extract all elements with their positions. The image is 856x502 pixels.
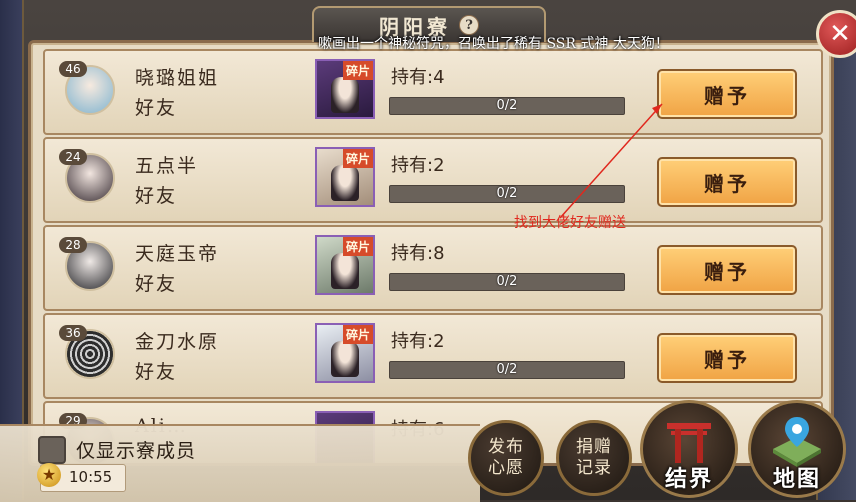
shard-tag: 碎片 [342,325,373,344]
publish-wish-button[interactable]: 发布 心愿 [468,420,544,496]
shikigami-portrait [331,253,359,289]
map-label: 地图 [772,466,821,492]
shard-tag: 碎片 [342,61,373,80]
friend-name: 天庭玉帝 [135,243,220,265]
publish-wish-label-2: 心愿 [488,458,524,478]
own-count: 持有:4 [391,67,445,88]
progress-bar: 0/2 [389,361,625,379]
own-count: 持有:8 [391,243,445,264]
friend-name: 晓璐姐姐 [135,67,220,89]
progress-bar: 0/2 [389,273,625,291]
barrier-label: 结界 [664,466,713,492]
progress-text: 0/2 [496,362,518,377]
own-count: 持有:2 [391,155,445,176]
own-count: 持有:2 [391,331,445,352]
shard-tag: 碎片 [342,149,373,168]
shikigami-shard-card: 碎片 [315,235,375,295]
time-text: 10:55 [69,468,113,486]
friend-row: 28 天庭玉帝 好友 碎片 持有:8 0/2 赠予 [43,225,823,311]
shard-tag: 碎片 [342,237,373,256]
friend-name: 金刀水原 [135,331,220,353]
barrier-button[interactable]: 结界 [640,400,738,498]
gift-button[interactable]: 赠予 [657,245,797,295]
annotation-text: 找到大佬好友赠送 [514,215,626,231]
progress-text: 0/2 [496,274,518,289]
shikigami-shard-card: 碎片 [315,323,375,383]
friend-relation: 好友 [135,97,178,119]
progress-text: 0/2 [496,186,518,201]
shikigami-shard-card: 碎片 [315,59,375,119]
donation-record-label-1: 捐赠 [576,437,612,457]
filter-checkbox[interactable] [38,436,66,464]
publish-wish-label-1: 发布 [488,437,524,457]
map-button[interactable]: 地图 [748,400,846,498]
gift-button[interactable]: 赠予 [657,69,797,119]
gift-button[interactable]: 赠予 [657,333,797,383]
friend-relation: 好友 [135,273,178,295]
level-badge: 28 [59,237,87,253]
help-icon[interactable]: ? [459,15,479,35]
friend-row: 24 五点半 好友 碎片 持有:2 0/2 赠予 [43,137,823,223]
torii-icon [667,423,711,463]
shikigami-portrait [331,341,359,377]
announcement-ticker: 嗽画出一个神秘符咒，召唤出了稀有 SSR 式神 大天狗！ [318,36,669,52]
gift-button[interactable]: 赠予 [657,157,797,207]
friend-name: 五点半 [135,155,199,177]
bottom-bar: 仅显示寮成员 ★ 10:55 [0,424,480,502]
shikigami-portrait [331,165,359,201]
friend-relation: 好友 [135,185,178,207]
time-chip: ★ 10:55 [37,463,126,492]
donation-record-button[interactable]: 捐赠 记录 [556,420,632,496]
progress-text: 0/2 [496,98,518,113]
close-button[interactable]: ✕ [816,10,856,58]
close-icon: ✕ [829,19,851,49]
star-icon: ★ [37,463,61,487]
friend-row: 36 金刀水原 好友 碎片 持有:2 0/2 赠予 [43,313,823,399]
friend-list-panel: 46 晓璐姐姐 好友 碎片 持有:4 0/2 赠予 24 五点半 好友 碎片 持… [28,40,834,466]
progress-bar: 0/2 [389,185,625,203]
filter-label[interactable]: 仅显示寮成员 [76,436,196,463]
level-badge: 46 [59,61,87,77]
shikigami-portrait [331,77,359,113]
shikigami-shard-card: 碎片 [315,147,375,207]
progress-bar: 0/2 [389,97,625,115]
donation-record-label-2: 记录 [576,458,612,478]
level-badge: 24 [59,149,87,165]
friend-row: 46 晓璐姐姐 好友 碎片 持有:4 0/2 赠予 [43,49,823,135]
friend-relation: 好友 [135,361,178,383]
level-badge: 36 [59,325,87,341]
